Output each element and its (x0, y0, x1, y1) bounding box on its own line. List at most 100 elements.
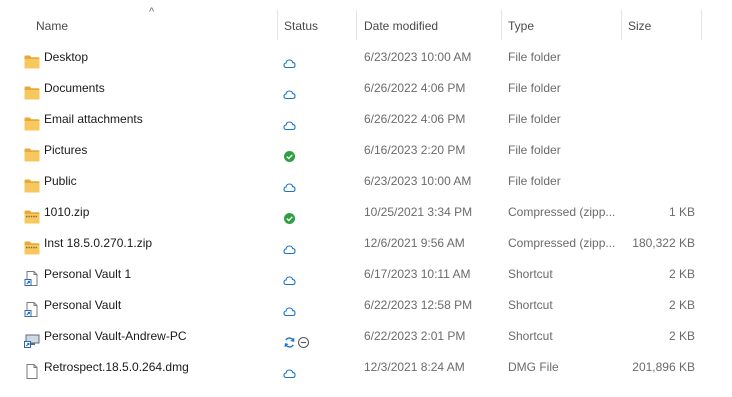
file-row[interactable]: Email attachments 6/26/2022 4:06 PM File f… (0, 104, 732, 135)
column-header-status[interactable]: Status (276, 0, 356, 40)
file-size (618, 42, 695, 73)
file-status-cell (283, 228, 343, 259)
file-type: File folder (508, 143, 561, 157)
file-type: File folder (508, 174, 561, 188)
file-name-cell[interactable]: Inst 18.5.0.270.1.zip (24, 228, 274, 259)
file-icon (24, 360, 40, 379)
file-size: 180,322 KB (632, 236, 695, 250)
cloud-icon (283, 268, 296, 286)
file-name-cell[interactable]: Personal Vault (24, 290, 274, 321)
file-name-cell[interactable]: Personal Vault 1 (24, 259, 274, 290)
file-row[interactable]: Personal Vault 6/22/2023 12:58 PM Shortcut… (0, 290, 732, 321)
file-name: Public (44, 174, 77, 188)
file-date-modified: 6/26/2022 4:06 PM (364, 81, 466, 95)
file-name: 1010.zip (44, 205, 90, 219)
file-status-cell (283, 321, 343, 352)
file-size (618, 135, 695, 166)
sync-icon (283, 330, 296, 348)
file-type: File folder (508, 112, 561, 126)
sort-ascending-icon: ^ (149, 6, 155, 18)
file-status-cell (283, 73, 343, 104)
file-name: Documents (44, 81, 105, 95)
file-type: File folder (508, 50, 561, 64)
file-name: Personal Vault-Andrew-PC (44, 329, 187, 343)
column-divider[interactable] (701, 10, 702, 40)
cloud-icon (283, 82, 296, 100)
file-name-cell[interactable]: Personal Vault-Andrew-PC (24, 321, 274, 352)
file-date-modified: 6/22/2023 2:01 PM (364, 329, 466, 343)
file-name-cell[interactable]: Email attachments (24, 104, 274, 135)
file-name-cell[interactable]: Pictures (24, 135, 274, 166)
file-status-cell (283, 259, 343, 290)
file-size: 201,896 KB (632, 360, 695, 374)
file-status-cell (283, 42, 343, 73)
file-size: 2 KB (668, 329, 695, 343)
file-size: 2 KB (668, 298, 695, 312)
column-header-size[interactable]: Size (620, 0, 700, 40)
file-type: Shortcut (508, 329, 553, 343)
column-header-date-modified[interactable]: Date modified (356, 0, 502, 40)
cloud-icon (283, 361, 296, 379)
file-status-cell (283, 352, 343, 383)
file-name: Email attachments (44, 112, 143, 126)
column-header-bar: Name ^ Status Date modified Type Size (0, 0, 732, 40)
file-row[interactable]: 1010.zip 10/25/2021 3:34 PM Compressed (zi… (0, 197, 732, 228)
file-row[interactable]: Retrospect.18.5.0.264.dmg 12/3/2021 8:24 … (0, 352, 732, 383)
file-name: Retrospect.18.5.0.264.dmg (44, 360, 189, 374)
file-size (618, 166, 695, 197)
column-header-type[interactable]: Type (500, 0, 620, 40)
file-row[interactable]: Inst 18.5.0.270.1.zip 12/6/2021 9:56 AM Co… (0, 228, 732, 259)
file-name: Pictures (44, 143, 88, 157)
folder-icon (24, 50, 40, 69)
pc-shortcut-icon (24, 329, 40, 348)
file-name: Personal Vault 1 (44, 267, 132, 281)
cloud-icon (283, 51, 296, 69)
file-row[interactable]: Desktop 6/23/2023 10:00 AM File folder (0, 42, 732, 73)
file-status-cell (283, 197, 343, 228)
synced-check-icon (283, 206, 296, 224)
file-type: Shortcut (508, 267, 553, 281)
file-date-modified: 6/16/2023 2:20 PM (364, 143, 466, 157)
file-size (618, 73, 695, 104)
file-date-modified: 12/6/2021 9:56 AM (364, 236, 465, 250)
file-row[interactable]: Public 6/23/2023 10:00 AM File folder (0, 166, 732, 197)
cloud-icon (283, 113, 296, 131)
file-date-modified: 6/17/2023 10:11 AM (364, 267, 471, 281)
excluded-icon (297, 330, 310, 349)
file-name-cell[interactable]: Public (24, 166, 274, 197)
file-name-cell[interactable]: Desktop (24, 42, 274, 73)
file-status-cell (283, 166, 343, 197)
folder-icon (24, 81, 40, 100)
file-name: Desktop (44, 50, 89, 64)
shortcut-icon (24, 267, 40, 286)
file-name-cell[interactable]: Retrospect.18.5.0.264.dmg (24, 352, 274, 383)
file-row[interactable]: Personal Vault-Andrew-PC 6/22/2023 2:01 P… (0, 321, 732, 352)
shortcut-icon (24, 298, 40, 317)
file-type: Compressed (zipp... (508, 236, 616, 250)
cloud-icon (283, 237, 296, 255)
file-date-modified: 6/23/2023 10:00 AM (364, 50, 472, 64)
file-name-cell[interactable]: Documents (24, 73, 274, 104)
file-type: File folder (508, 81, 561, 95)
file-date-modified: 10/25/2021 3:34 PM (364, 205, 473, 219)
file-type: DMG File (508, 360, 559, 374)
file-name: Personal Vault (44, 298, 122, 312)
file-row[interactable]: Personal Vault 1 6/17/2023 10:11 AM Shortc… (0, 259, 732, 290)
file-date-modified: 6/23/2023 10:00 AM (364, 174, 472, 188)
file-size (618, 104, 695, 135)
file-date-modified: 6/22/2023 12:58 PM (364, 298, 473, 312)
cloud-icon (283, 299, 296, 317)
file-date-modified: 12/3/2021 8:24 AM (364, 360, 465, 374)
file-size: 2 KB (668, 267, 695, 281)
zip-folder-icon (24, 205, 40, 224)
file-row[interactable]: Pictures 6/16/2023 2:20 PM File folder (0, 135, 732, 166)
cloud-icon (283, 175, 296, 193)
file-name: Inst 18.5.0.270.1.zip (44, 236, 153, 250)
file-type: Shortcut (508, 298, 553, 312)
file-size: 1 KB (668, 205, 695, 219)
file-row[interactable]: Documents 6/26/2022 4:06 PM File folder (0, 73, 732, 104)
file-type: Compressed (zipp... (508, 205, 616, 219)
file-status-cell (283, 135, 343, 166)
folder-icon (24, 112, 40, 131)
file-name-cell[interactable]: 1010.zip (24, 197, 274, 228)
